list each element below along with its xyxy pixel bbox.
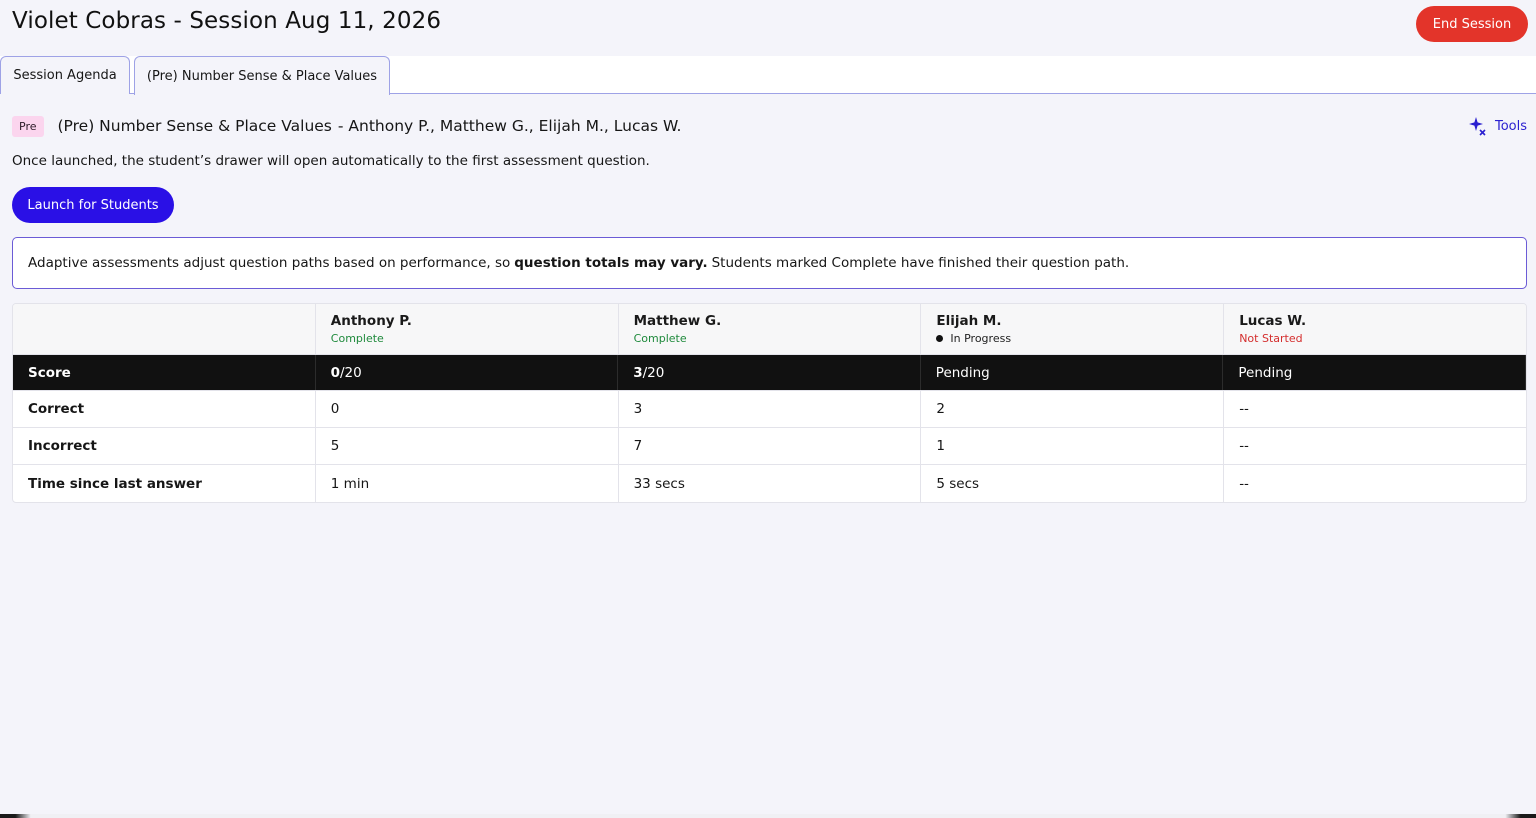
table-cell: 0 — [316, 391, 619, 427]
table-cell: 1 min — [316, 465, 619, 502]
score-total: Pending — [1238, 364, 1293, 381]
assessment-title: (Pre) Number Sense & Place Values — [57, 117, 332, 135]
table-cell: 2 — [921, 391, 1225, 427]
row-label: Correct — [13, 391, 316, 427]
notice-suffix: Students marked Complete have finished t… — [711, 255, 1130, 271]
tab-session-agenda[interactable]: Session Agenda — [0, 56, 130, 94]
student-header-cell: Elijah M. In Progress — [921, 304, 1225, 354]
student-status-wrap: In Progress — [936, 332, 1011, 345]
row-label: Score — [13, 355, 316, 390]
window-bottom-edge — [0, 814, 1536, 818]
table-cell: 1 — [921, 428, 1225, 464]
tab-pre-number-sense[interactable]: (Pre) Number Sense & Place Values — [134, 56, 390, 95]
assessment-students: - Anthony P., Matthew G., Elijah M., Luc… — [337, 117, 682, 135]
assessment-header: Pre (Pre) Number Sense & Place Values - … — [12, 114, 681, 138]
student-name: Anthony P. — [330, 313, 412, 329]
student-status: Complete — [633, 332, 687, 345]
end-session-button[interactable]: End Session — [1416, 6, 1528, 42]
score-value: 3 — [633, 364, 643, 381]
score-total: Pending — [935, 364, 990, 381]
table-row: Time since last answer 1 min 33 secs 5 s… — [13, 465, 1526, 502]
student-header-cell: Lucas W. Not Started — [1224, 304, 1526, 354]
student-name: Elijah M. — [936, 313, 1002, 329]
tab-bar: Session Agenda (Pre) Number Sense & Plac… — [0, 56, 1536, 95]
sparkles-icon — [1468, 117, 1486, 136]
score-cell: 3/20 — [618, 355, 921, 390]
student-status: Complete — [330, 332, 384, 345]
tools-label: Tools — [1494, 118, 1527, 134]
score-total: /20 — [340, 364, 362, 381]
tab-label: (Pre) Number Sense & Place Values — [146, 68, 378, 84]
table-cell: 3 — [619, 391, 922, 427]
score-cell: Pending — [1223, 355, 1526, 390]
results-table: Anthony P. Complete Matthew G. Complete … — [12, 303, 1527, 503]
top-bar: Violet Cobras - Session Aug 11, 2026 End… — [0, 0, 1536, 56]
notice-bold: question totals may vary. — [514, 255, 708, 271]
header-empty-cell — [13, 304, 316, 354]
student-name: Matthew G. — [633, 313, 722, 329]
score-value: 0 — [330, 364, 340, 381]
student-header-cell: Matthew G. Complete — [619, 304, 922, 354]
student-status: In Progress — [950, 332, 1012, 345]
table-cell: 5 — [316, 428, 619, 464]
adaptive-notice: Adaptive assessments adjust question pat… — [12, 237, 1527, 289]
notice-prefix: Adaptive assessments adjust question pat… — [28, 255, 511, 271]
row-label: Incorrect — [13, 428, 316, 464]
page-title: Violet Cobras - Session Aug 11, 2026 — [12, 8, 442, 34]
in-progress-dot-icon — [936, 335, 944, 342]
tab-label: Session Agenda — [13, 68, 117, 83]
table-cell: 7 — [619, 428, 922, 464]
table-cell: -- — [1239, 401, 1249, 417]
launch-for-students-button[interactable]: Launch for Students — [12, 187, 174, 223]
table-cell: -- — [1239, 438, 1249, 454]
student-header-cell: Anthony P. Complete — [316, 304, 619, 354]
table-row: Correct 0 3 2 -- — [13, 391, 1526, 428]
pre-badge: Pre — [12, 115, 44, 137]
row-label: Time since last answer — [13, 465, 316, 502]
tools-button[interactable]: Tools — [1468, 116, 1527, 136]
student-status: Not Started — [1239, 332, 1303, 345]
score-total: /20 — [642, 364, 665, 381]
table-row: Incorrect 5 7 1 -- — [13, 428, 1526, 465]
score-cell: Pending — [921, 355, 1224, 390]
table-cell: -- — [1239, 475, 1249, 492]
score-row: Score 0/20 3/20 Pending Pending — [13, 355, 1526, 391]
student-name: Lucas W. — [1239, 313, 1307, 329]
table-cell: 33 secs — [619, 465, 922, 502]
table-cell: 5 secs — [921, 465, 1225, 502]
score-cell: 0/20 — [316, 355, 619, 390]
launch-info-text: Once launched, the student’s drawer will… — [12, 153, 650, 169]
table-header-row: Anthony P. Complete Matthew G. Complete … — [13, 304, 1526, 355]
